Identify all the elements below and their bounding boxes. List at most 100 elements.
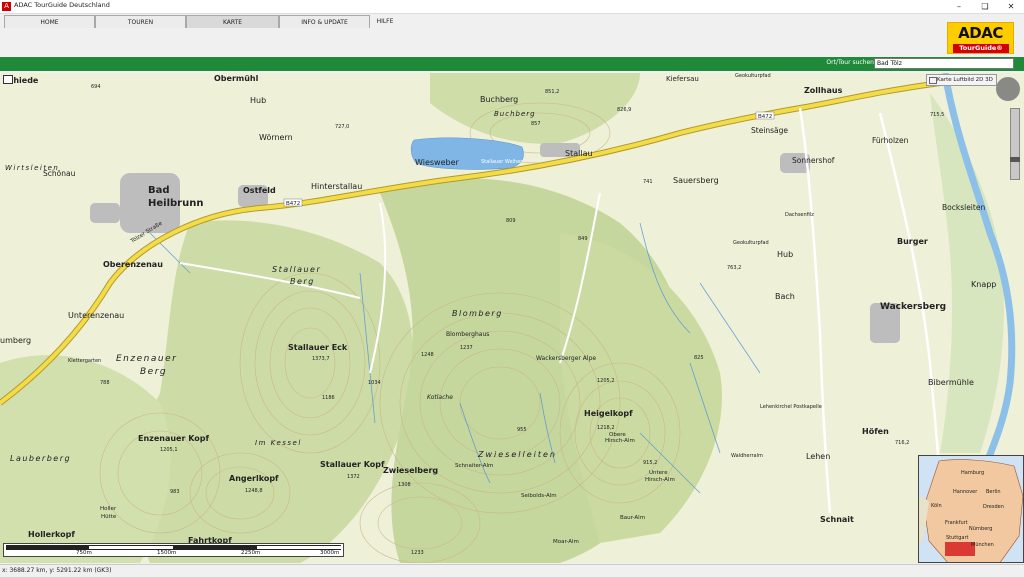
peak-983: 983 <box>170 489 180 495</box>
layer-control-label: Karte Luftbild 2D 3D <box>937 77 993 83</box>
app-icon: A <box>2 2 11 11</box>
peak-809: 809 <box>506 218 516 224</box>
minimap-koeln: Köln <box>931 503 942 509</box>
minimap-frankfurt: Frankfurt <box>945 520 968 526</box>
map-label-untere-hirsch-alm: Hirsch-Alm <box>645 477 675 483</box>
map-label-enzenauer-kopf: Enzenauer Kopf <box>138 434 209 443</box>
minimize-icon[interactable]: – <box>946 0 972 13</box>
minimap-canvas: Hamburg Hannover Berlin Köln Dresden Fra… <box>919 459 1023 562</box>
map-label-stallauer-weiher: Stallauer Weiher <box>481 159 523 165</box>
map-label-burger: Burger <box>897 237 928 246</box>
search-input[interactable] <box>874 58 1014 69</box>
map-label-schnaiter-alm: Schnaiter-Alm <box>455 463 493 469</box>
map-fullscreen-icon[interactable] <box>3 75 13 84</box>
peak-857: 857 <box>531 121 541 127</box>
map-label-stallauer-kopf: Stallauer Kopf <box>320 460 385 469</box>
map-label-stallauer-eck: Stallauer Eck <box>288 343 348 352</box>
tab-hilfe[interactable]: HILFE <box>370 15 400 28</box>
minimap-hannover: Hannover <box>953 489 978 495</box>
map-label-huette: Hütte <box>101 514 117 520</box>
peak-741: 741 <box>643 179 653 185</box>
map-label-schnait: Schnait <box>820 515 854 524</box>
map-label-umberg: umberg <box>0 336 31 345</box>
peak-1233: 1233 <box>411 550 424 556</box>
pan-control-icon[interactable] <box>996 77 1020 101</box>
tab-karte[interactable]: KARTE <box>186 15 279 28</box>
map-label-holler: Holler <box>100 506 117 512</box>
peak-788: 788 <box>100 380 110 386</box>
map-label-obermuehl: Obermühl <box>214 74 259 83</box>
map-label-wackersberg: Wackersberg <box>880 302 946 312</box>
map-label-lehen: Lehen <box>806 452 830 461</box>
map-label-geokulturpfad-mid: Geokulturpfad <box>733 240 769 246</box>
peak-1248: 1248 <box>421 352 434 358</box>
maximize-icon[interactable]: ❏ <box>972 0 998 13</box>
map-label-zwieselleiten: Zwieselleiten <box>477 450 557 459</box>
peak-694: 694 <box>91 84 101 90</box>
map-label-enzenauer-berg: Berg <box>140 367 167 377</box>
road-label-b472-east: B472 <box>758 114 772 120</box>
map-label-wackersberger-alpe: Wackersberger Alpe <box>536 355 596 362</box>
peak-826: 826,9 <box>617 107 631 113</box>
peak-915: 915,2 <box>643 460 657 466</box>
zoom-slider-thumb[interactable] <box>1010 157 1020 162</box>
map-label-sonnershof: Sonnershof <box>792 156 835 165</box>
map-label-waldherralm: Waldherralm <box>731 453 763 459</box>
minimap-hamburg: Hamburg <box>961 470 984 476</box>
map-label-bocksleiten: Bocksleiten <box>942 203 985 212</box>
map-label-bach: Bach <box>775 292 795 301</box>
peak-851: 851,2 <box>545 89 559 95</box>
close-icon[interactable]: ✕ <box>998 0 1024 13</box>
window-titlebar: A ADAC TourGuide Deutschland – ❏ ✕ <box>0 0 1024 14</box>
peak-1237: 1237 <box>460 345 473 351</box>
map-label-dachsenfilz: Dachsenfilz <box>785 212 814 218</box>
map-label-wirtsleiten: Wirtsleiten <box>5 164 59 172</box>
zoom-slider[interactable] <box>1010 108 1020 180</box>
map-label-angerlkopf: Angerlkopf <box>229 474 279 483</box>
peak-1372: 1372 <box>347 474 360 480</box>
topo-map[interactable]: mhiede Obermühl Hub Wörnern Kiefersau Ge… <box>0 73 1024 563</box>
map-label-blomberg: Blomberg <box>452 309 503 318</box>
map-label-seibolds-alm: Seibolds-Alm <box>521 493 557 499</box>
map-layer-control[interactable]: Karte Luftbild 2D 3D <box>926 74 997 86</box>
minimap-nuernberg: Nürnberg <box>969 526 992 532</box>
peak-1205-2: 1205,2 <box>597 378 615 384</box>
peak-1248-8: 1248,8 <box>245 488 263 494</box>
map-label-bad: Bad <box>148 185 170 196</box>
map-label-wiesweber: Wiesweber <box>415 158 460 167</box>
peak-1218: 1218,2 <box>597 425 615 431</box>
map-label-blomberghaus: Blomberghaus <box>446 331 489 338</box>
map-scale-bar: 750m 1500m 2250m 3000m <box>3 543 344 557</box>
map-label-stallau: Stallau <box>565 149 593 158</box>
window-title: ADAC TourGuide Deutschland <box>14 1 110 9</box>
overview-minimap[interactable]: Hamburg Hannover Berlin Köln Dresden Fra… <box>918 455 1024 563</box>
tab-info-update[interactable]: INFO & UPDATE <box>279 15 370 28</box>
peak-1034: 1034 <box>368 380 381 386</box>
map-label-hinterstallau: Hinterstallau <box>311 182 362 191</box>
map-canvas: mhiede Obermühl Hub Wörnern Kiefersau Ge… <box>0 73 1024 563</box>
map-label-geokulturpfad-top: Geokulturpfad <box>735 73 771 79</box>
map-label-lauberberg: Lauberberg <box>10 454 71 463</box>
map-label-zwieselberg: Zwieselberg <box>383 466 438 475</box>
map-label-hub-east: Hub <box>777 250 793 259</box>
map-label-woernern: Wörnern <box>259 133 293 142</box>
peak-715: 715,5 <box>930 112 944 118</box>
peak-1186: 1186 <box>322 395 335 401</box>
peak-1205-1: 1205,1 <box>160 447 178 453</box>
tab-home[interactable]: HOME <box>4 15 95 28</box>
scale-label: 1500m <box>157 550 177 556</box>
minimap-dresden: Dresden <box>983 504 1004 510</box>
map-label-untere: Untere <box>649 470 668 476</box>
tab-touren[interactable]: TOUREN <box>95 15 186 28</box>
map-label-heigelkopf: Heigelkopf <box>584 409 633 418</box>
scale-label: 2250m <box>241 550 261 556</box>
logo-text: ADAC <box>958 24 1003 42</box>
map-label-im-kessel: Im Kessel <box>255 439 302 447</box>
map-label-kiefersau: Kiefersau <box>666 75 699 83</box>
logo-subtext: TourGuide® <box>953 44 1009 53</box>
map-label-oberenzenau: Oberenzenau <box>103 260 163 269</box>
map-label-berg: Berg <box>290 277 315 286</box>
map-label-steinsage: Steinsäge <box>751 126 788 135</box>
peak-1308: 1308 <box>398 482 411 488</box>
map-label-lehenkirchel: Lehenkirchel Postkapelle <box>760 404 822 410</box>
